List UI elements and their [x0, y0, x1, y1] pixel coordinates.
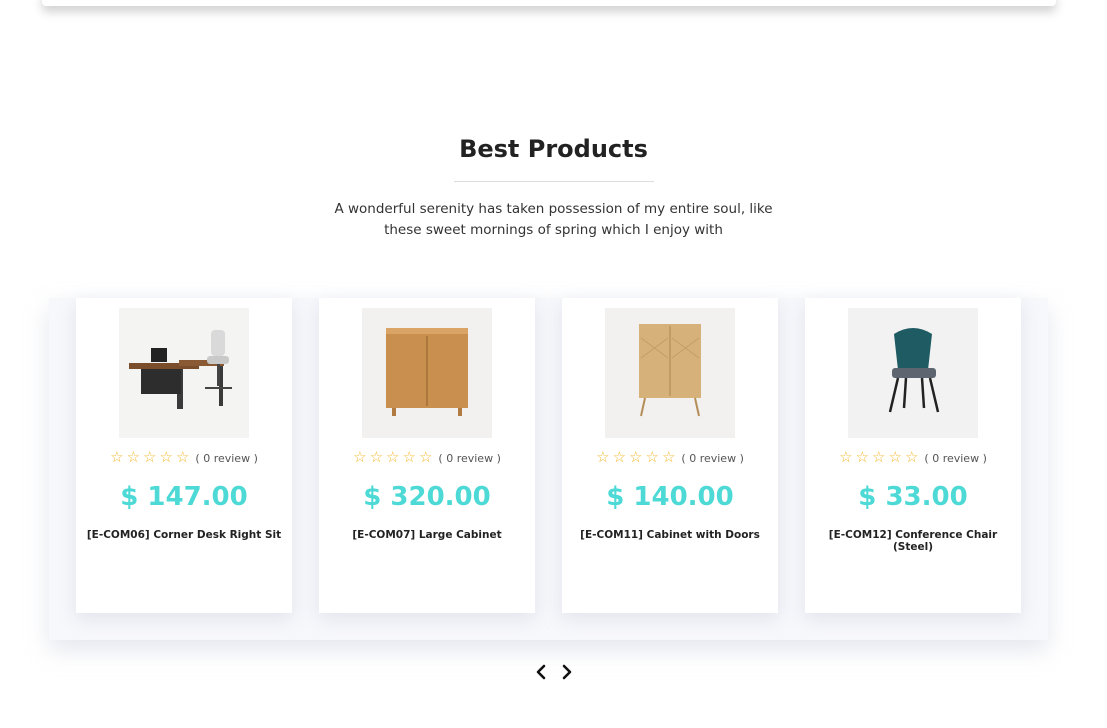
product-carousel: ☆ ☆ ☆ ☆ ☆ ( 0 review ) $ 147.00 [E-COM06… [49, 298, 1048, 640]
star-icon: ☆ [175, 449, 190, 466]
product-price: $ 320.00 [363, 482, 491, 512]
product-image[interactable] [605, 308, 735, 438]
star-rating: ☆ ☆ ☆ ☆ ☆ [110, 450, 189, 466]
product-name[interactable]: [E-COM06] Corner Desk Right Sit [82, 529, 286, 541]
review-count: ( 0 review ) [681, 451, 744, 465]
star-icon: ☆ [353, 449, 367, 466]
product-card[interactable]: ☆ ☆ ☆ ☆ ☆ ( 0 review ) $ 140.00 [E-COM11… [562, 298, 778, 613]
star-icon: ☆ [645, 449, 659, 466]
star-icon: ☆ [596, 449, 610, 466]
carousel-track: ☆ ☆ ☆ ☆ ☆ ( 0 review ) $ 147.00 [E-COM06… [76, 298, 1021, 613]
rating-row: ☆ ☆ ☆ ☆ ☆ ( 0 review ) [562, 450, 778, 466]
product-name[interactable]: [E-COM07] Large Cabinet [325, 529, 529, 541]
product-name[interactable]: [E-COM11] Cabinet with Doors [568, 529, 772, 541]
star-icon: ☆ [418, 449, 433, 466]
top-card-edge [42, 0, 1056, 6]
review-count: ( 0 review ) [195, 451, 258, 465]
product-card[interactable]: ☆ ☆ ☆ ☆ ☆ ( 0 review ) $ 320.00 [E-COM07… [319, 298, 535, 613]
product-name[interactable]: [E-COM12] Conference Chair (Steel) [811, 529, 1015, 553]
product-price: $ 140.00 [606, 482, 734, 512]
rating-row: ☆ ☆ ☆ ☆ ☆ ( 0 review ) [319, 450, 535, 466]
product-image[interactable] [119, 308, 249, 438]
star-rating: ☆ ☆ ☆ ☆ ☆ [839, 450, 918, 466]
star-icon: ☆ [888, 449, 902, 466]
star-icon: ☆ [855, 449, 870, 466]
star-icon: ☆ [159, 449, 173, 466]
star-icon: ☆ [872, 449, 886, 466]
rating-row: ☆ ☆ ☆ ☆ ☆ ( 0 review ) [76, 450, 292, 466]
section-subtitle: A wonderful serenity has taken possessio… [334, 201, 773, 238]
product-price: $ 147.00 [120, 482, 248, 512]
carousel-navigation [0, 660, 1107, 684]
star-icon: ☆ [661, 449, 676, 466]
best-products-header: Best Products A wonderful serenity has t… [0, 132, 1107, 241]
star-icon: ☆ [110, 449, 124, 466]
title-divider [453, 181, 654, 182]
product-image[interactable] [362, 308, 492, 438]
star-icon: ☆ [402, 449, 416, 466]
star-rating: ☆ ☆ ☆ ☆ ☆ [353, 450, 432, 466]
product-card[interactable]: ☆ ☆ ☆ ☆ ☆ ( 0 review ) $ 33.00 [E-COM12]… [805, 298, 1021, 613]
star-rating: ☆ ☆ ☆ ☆ ☆ [596, 450, 675, 466]
star-icon: ☆ [126, 449, 141, 466]
product-price: $ 33.00 [858, 482, 968, 512]
next-button[interactable] [557, 660, 577, 684]
review-count: ( 0 review ) [924, 451, 987, 465]
star-icon: ☆ [629, 449, 643, 466]
star-icon: ☆ [904, 449, 919, 466]
star-icon: ☆ [386, 449, 400, 466]
previous-button[interactable] [531, 660, 551, 684]
star-icon: ☆ [612, 449, 627, 466]
star-icon: ☆ [369, 449, 384, 466]
product-image[interactable] [848, 308, 978, 438]
product-card[interactable]: ☆ ☆ ☆ ☆ ☆ ( 0 review ) $ 147.00 [E-COM06… [76, 298, 292, 613]
chevron-right-icon [562, 664, 571, 680]
review-count: ( 0 review ) [438, 451, 501, 465]
chevron-left-icon [536, 664, 545, 680]
section-title: Best Products [459, 135, 648, 163]
star-icon: ☆ [143, 449, 157, 466]
rating-row: ☆ ☆ ☆ ☆ ☆ ( 0 review ) [805, 450, 1021, 466]
star-icon: ☆ [839, 449, 853, 466]
